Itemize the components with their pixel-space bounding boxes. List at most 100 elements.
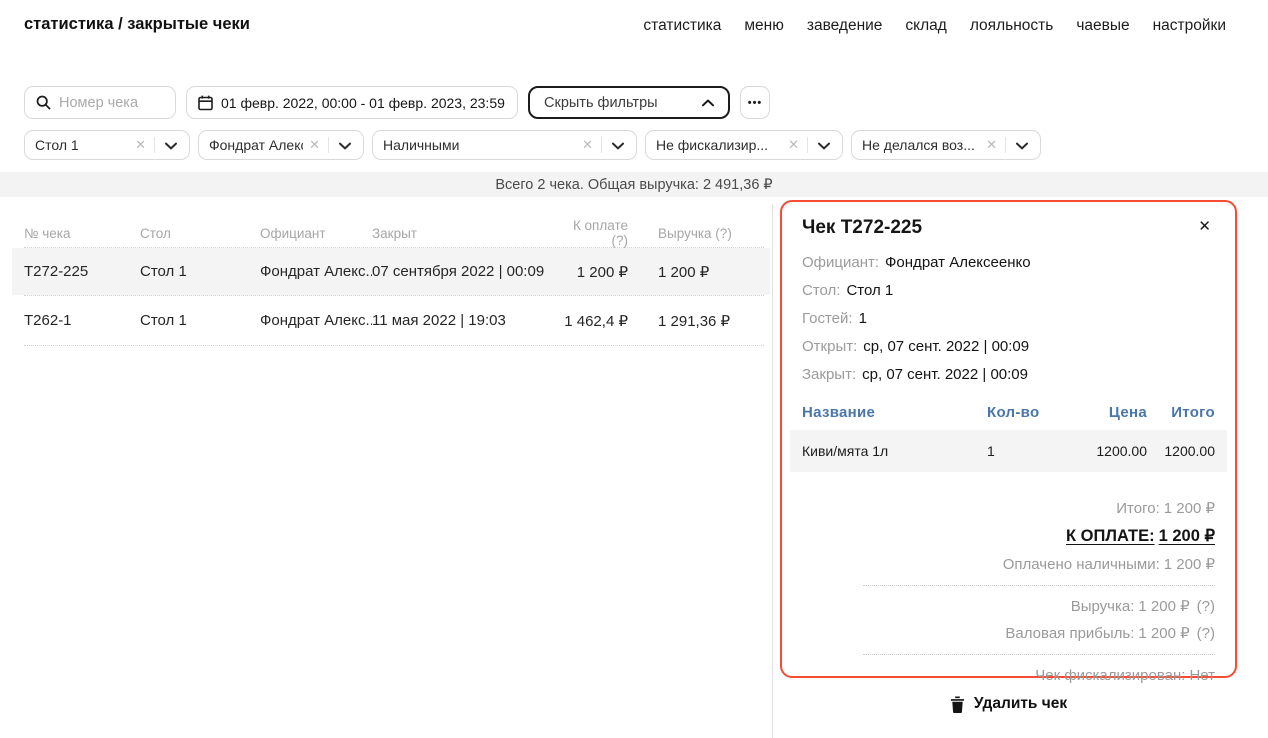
close-icon[interactable]: ✕ xyxy=(1194,217,1215,236)
filter-chip-waiter[interactable]: Фондрат Алекс... ✕ xyxy=(198,130,364,160)
help-icon[interactable]: (?) xyxy=(1197,598,1215,615)
cell-revenue: 1 200 ₽ xyxy=(628,263,768,281)
summary-text: Всего 2 чека. Общая выручка: 2 491,36 ₽ xyxy=(495,177,772,193)
total-paid-cash: Оплачено наличными:1 200 ₽ xyxy=(802,551,1215,578)
nav-item-venue[interactable]: заведение xyxy=(807,17,883,35)
filter-chips: Стол 1 ✕ Фондрат Алекс... ✕ Наличными ✕ … xyxy=(24,130,1041,160)
total-value: 1 200 ₽ xyxy=(1159,527,1215,545)
total-value: 1 200 ₽ xyxy=(1138,625,1189,642)
closed-receipts-page: статистика / закрытые чеки статистика ме… xyxy=(0,0,1268,738)
cell-table: Стол 1 xyxy=(140,263,260,280)
nav-item-statistics[interactable]: статистика xyxy=(643,17,721,35)
table-row-selected[interactable]: T272-225 Стол 1 Фондрат Алекс... 07 сент… xyxy=(12,248,770,295)
col-to-pay: К оплате (?) xyxy=(558,218,628,248)
total-revenue: Выручка:1 200 ₽ (?) xyxy=(802,593,1215,620)
chevron-down-icon[interactable] xyxy=(1006,140,1030,150)
chevron-down-icon[interactable] xyxy=(602,140,626,150)
col-waiter: Официант xyxy=(260,226,372,241)
info-value: Фондрат Алексеенко xyxy=(885,254,1031,271)
chip-label: Стол 1 xyxy=(35,137,129,153)
info-guests: Гостей: 1 xyxy=(802,305,1215,333)
cell-receipt-number: T262-1 xyxy=(24,312,140,329)
total-label: Валовая прибыль: xyxy=(1005,625,1134,642)
nav-item-tips[interactable]: чаевые xyxy=(1076,17,1129,35)
cell-table: Стол 1 xyxy=(140,312,260,329)
filter-chip-refund[interactable]: Не делался воз... ✕ xyxy=(851,130,1041,160)
total-label: Выручка: xyxy=(1071,598,1135,615)
col-table: Стол xyxy=(140,226,260,241)
total-label: Чек фискализирован: xyxy=(1035,667,1185,684)
item-qty: 1 xyxy=(987,443,1047,459)
hide-filters-label: Скрыть фильтры xyxy=(544,95,658,111)
chip-label: Фондрат Алекс... xyxy=(209,137,303,153)
nav-item-stock[interactable]: склад xyxy=(905,17,946,35)
total-value: 1 200 ₽ xyxy=(1138,598,1189,615)
cell-to-pay: 1 462,4 ₽ xyxy=(558,312,628,330)
filter-chip-payment[interactable]: Наличными ✕ xyxy=(372,130,637,160)
top-nav: статистика меню заведение склад лояльнос… xyxy=(643,17,1226,35)
table-row[interactable]: T262-1 Стол 1 Фондрат Алекс... 11 мая 20… xyxy=(12,296,770,345)
item-price: 1200.00 xyxy=(1047,443,1147,459)
col-receipt-number: № чека xyxy=(24,226,140,241)
total-fiscalized: Чек фискализирован:Нет xyxy=(802,662,1215,689)
chip-remove-icon[interactable]: ✕ xyxy=(980,137,1005,153)
chip-remove-icon[interactable]: ✕ xyxy=(782,137,807,153)
date-range-label: 01 февр. 2022, 00:00 - 01 февр. 2023, 23… xyxy=(221,95,505,111)
item-col-name: Название xyxy=(802,404,987,421)
breadcrumb: статистика / закрытые чеки xyxy=(24,15,250,34)
col-revenue: Выручка (?) xyxy=(628,226,768,241)
chevron-down-icon[interactable] xyxy=(808,140,832,150)
panel-divider xyxy=(772,204,773,738)
chip-label: Не делался воз... xyxy=(862,137,980,153)
info-table: Стол: Стол 1 xyxy=(802,277,1215,305)
calendar-icon xyxy=(198,95,213,111)
item-total: 1200.00 xyxy=(1147,443,1215,459)
chip-remove-icon[interactable]: ✕ xyxy=(129,137,154,153)
delete-receipt-button[interactable]: Удалить чек xyxy=(780,695,1237,713)
item-col-qty: Кол-во xyxy=(987,404,1047,421)
info-waiter: Официант: Фондрат Алексеенко xyxy=(802,249,1215,277)
chip-remove-icon[interactable]: ✕ xyxy=(576,137,601,153)
total-label: Итого: xyxy=(1116,500,1159,517)
hide-filters-button[interactable]: Скрыть фильтры xyxy=(528,86,730,119)
info-value: 1 xyxy=(859,310,867,327)
info-closed: Закрыт:ср, 07 сент. 2022 | 00:09 xyxy=(802,361,1215,389)
filter-chip-fiscalization[interactable]: Не фискализир... ✕ xyxy=(645,130,843,160)
totals-summary-bar: Всего 2 чека. Общая выручка: 2 491,36 ₽ xyxy=(0,172,1268,197)
search-input[interactable] xyxy=(59,95,164,111)
total-label: К ОПЛАТЕ: xyxy=(1066,527,1155,545)
nav-item-menu[interactable]: меню xyxy=(744,17,783,35)
item-name: Киви/мята 1л xyxy=(802,443,987,459)
item-col-total: Итого xyxy=(1147,404,1215,421)
cell-to-pay: 1 200 ₽ xyxy=(558,263,628,281)
filter-chip-table[interactable]: Стол 1 ✕ xyxy=(24,130,190,160)
chevron-down-icon[interactable] xyxy=(155,140,179,150)
info-label: Гостей: xyxy=(802,310,853,327)
chevron-down-icon[interactable] xyxy=(329,140,353,150)
date-range-button[interactable]: 01 февр. 2022, 00:00 - 01 февр. 2023, 23… xyxy=(186,86,518,119)
row-divider xyxy=(24,345,764,346)
cell-waiter: Фондрат Алекс... xyxy=(260,312,372,329)
nav-item-loyalty[interactable]: лояльность xyxy=(970,17,1053,35)
info-value: Стол 1 xyxy=(846,282,893,299)
cell-closed: 07 сентября 2022 | 00:09 xyxy=(372,263,558,280)
help-icon[interactable]: (?) xyxy=(1197,625,1215,642)
info-label: Стол: xyxy=(802,282,840,299)
info-value: ср, 07 сент. 2022 | 00:09 xyxy=(863,338,1029,355)
cell-waiter: Фондрат Алекс... xyxy=(260,263,372,280)
trash-icon xyxy=(950,696,965,713)
nav-item-settings[interactable]: настройки xyxy=(1153,17,1226,35)
total-value: Нет xyxy=(1189,667,1215,684)
receipt-number-search[interactable] xyxy=(24,86,176,119)
ellipsis-icon: ••• xyxy=(748,97,763,109)
chip-remove-icon[interactable]: ✕ xyxy=(303,137,328,153)
totals-divider xyxy=(863,654,1215,655)
cell-receipt-number: T272-225 xyxy=(24,263,140,280)
totals-section: Итого:1 200 ₽ К ОПЛАТЕ:1 200 ₽ Оплачено … xyxy=(802,495,1215,689)
info-label: Закрыт: xyxy=(802,366,856,383)
filter-toolbar: 01 февр. 2022, 00:00 - 01 февр. 2023, 23… xyxy=(24,86,770,119)
total-to-pay: К ОПЛАТЕ:1 200 ₽ xyxy=(802,522,1215,551)
info-label: Официант: xyxy=(802,254,879,271)
more-options-button[interactable]: ••• xyxy=(740,86,770,119)
receipt-title: Чек T272-225 xyxy=(802,217,922,239)
